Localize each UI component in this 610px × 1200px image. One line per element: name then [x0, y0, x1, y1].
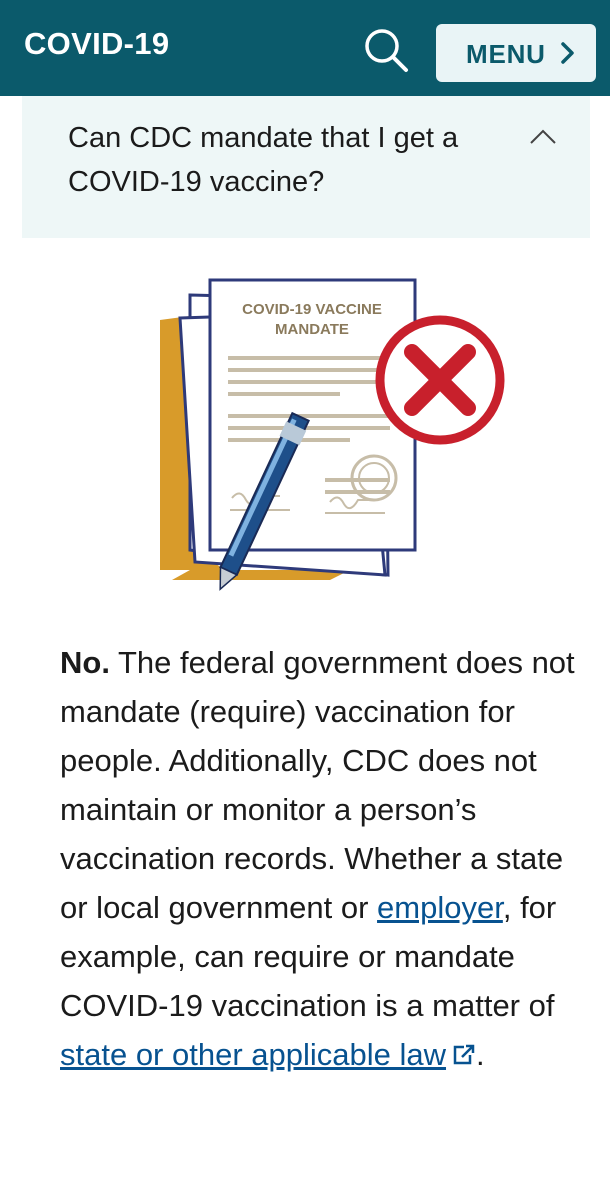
chevron-right-icon [561, 42, 574, 64]
external-link-icon [453, 1044, 475, 1065]
search-button[interactable] [360, 24, 414, 78]
search-icon [365, 29, 408, 72]
site-title[interactable]: COVID-19 [24, 26, 169, 62]
header-bar: COVID-19 MENU [0, 6, 610, 96]
faq-answer: No. The federal government does not mand… [60, 638, 580, 1079]
menu-button[interactable]: MENU [436, 24, 596, 82]
vaccine-mandate-illustration: COVID-19 VACCINE MANDATE [150, 270, 530, 615]
site-header: COVID-19 MENU [0, 0, 610, 96]
chevron-up-icon [530, 129, 556, 144]
faq-question: Can CDC mandate that I get a COVID-19 va… [68, 122, 459, 198]
document-title-line2: MANDATE [275, 321, 349, 338]
menu-label: MENU [466, 39, 546, 69]
faq-accordion-header[interactable]: Can CDC mandate that I get a COVID-19 va… [22, 96, 590, 238]
answer-text-1: The federal government does not mandate … [60, 645, 575, 925]
state-law-link-label: state or other applicable law [60, 1037, 447, 1072]
answer-lead: No. [60, 645, 110, 680]
document-title-line1: COVID-19 VACCINE [242, 301, 382, 318]
state-law-link[interactable]: state or other applicable law [60, 1037, 476, 1072]
employer-link[interactable]: employer [377, 890, 503, 925]
answer-text-end: . [476, 1037, 485, 1072]
